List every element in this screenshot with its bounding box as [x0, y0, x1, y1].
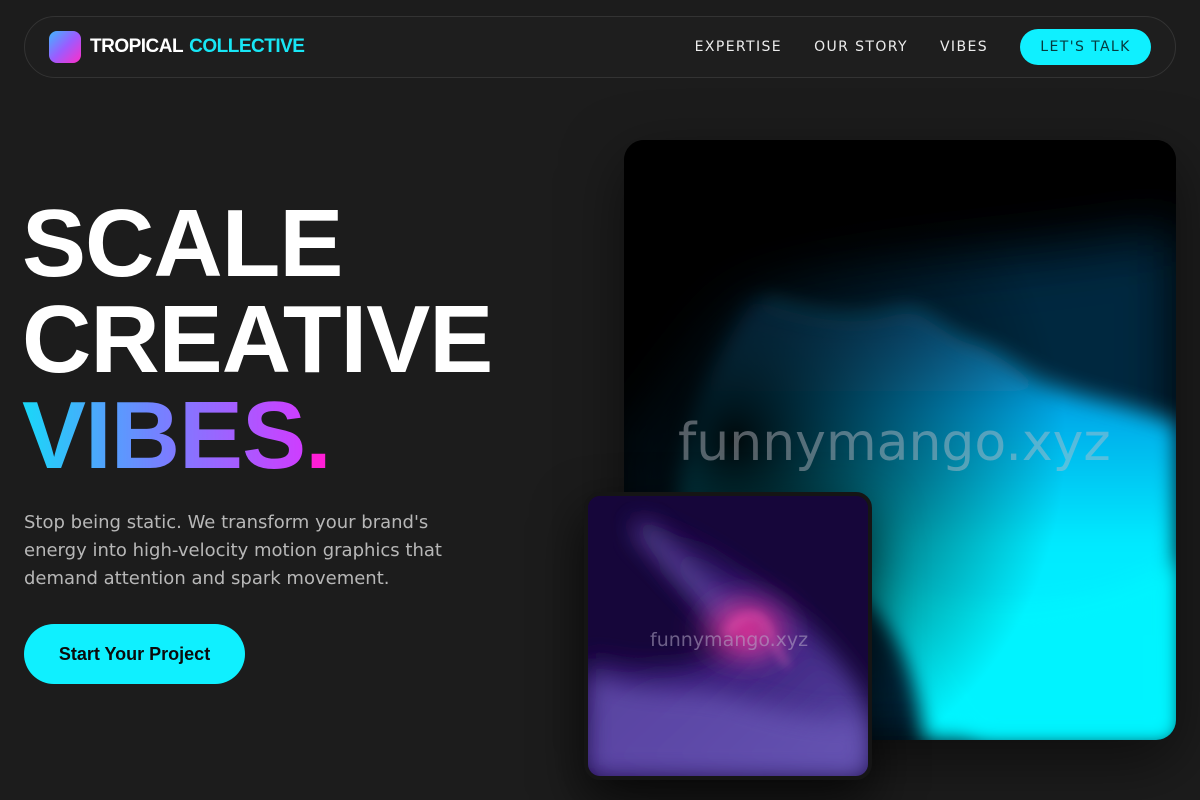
- brand-name-part1: TROPICAL: [90, 36, 184, 57]
- brand-logo[interactable]: TROPICAL COLLECTIVE: [49, 31, 305, 63]
- nav-links: EXPERTISE OUR STORY VIBES LET'S TALK: [695, 29, 1151, 65]
- nav-link-expertise[interactable]: EXPERTISE: [695, 39, 782, 55]
- headline-gradient-word: VIBES: [22, 382, 306, 489]
- purple-pink-artwork: [588, 496, 868, 776]
- hero-headline: SCALE CREATIVE VIBES.: [22, 190, 493, 484]
- headline-line-2: CREATIVE: [22, 286, 493, 393]
- hero-subtext: Stop being static. We transform your bra…: [24, 512, 442, 589]
- nav-link-vibes[interactable]: VIBES: [940, 39, 988, 55]
- brand-name-part2: COLLECTIVE: [189, 36, 305, 57]
- logo-mark-icon: [49, 31, 81, 63]
- top-navbar: TROPICAL COLLECTIVE EXPERTISE OUR STORY V…: [24, 16, 1176, 78]
- nav-link-our-story[interactable]: OUR STORY: [814, 39, 908, 55]
- headline-dot: .: [305, 382, 332, 489]
- start-project-button[interactable]: Start Your Project: [24, 624, 245, 684]
- headline-line-3: VIBES.: [22, 388, 492, 484]
- hero-visual-small: funnymango.xyz: [584, 492, 872, 780]
- headline-line-1: SCALE: [22, 190, 343, 297]
- brand-name: TROPICAL COLLECTIVE: [90, 36, 305, 58]
- lets-talk-button[interactable]: LET'S TALK: [1020, 29, 1151, 65]
